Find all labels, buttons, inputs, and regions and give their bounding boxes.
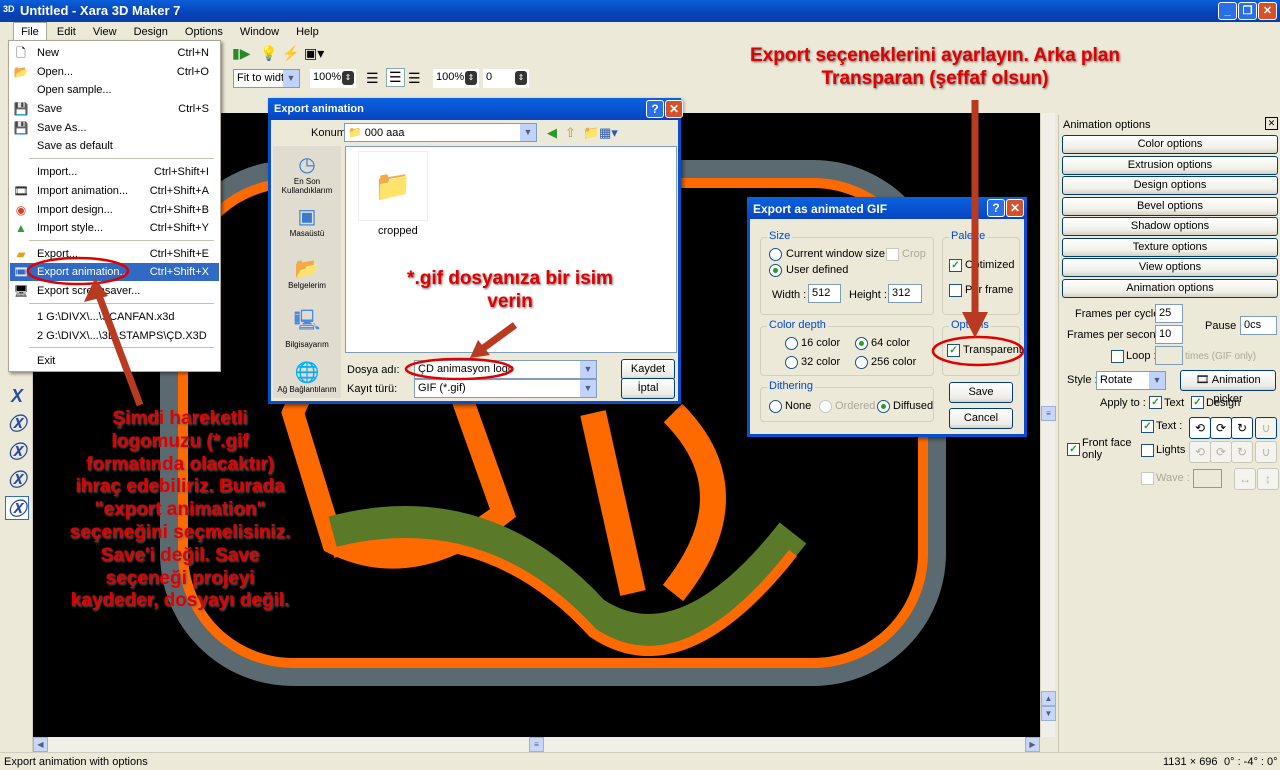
annotation-gif-name: *.gif dosyanıza bir isim verin	[407, 268, 613, 312]
status-bar: Export animation with options 1131 × 696…	[0, 752, 1280, 770]
annotation-overlay	[26, 100, 1025, 407]
status-message: Export animation with options	[4, 756, 148, 768]
arrow-head	[962, 312, 988, 338]
highlight-ellipse-transparent	[931, 335, 1025, 367]
annotation-top: Export seçeneklerini ayarlayın. Arka pla…	[750, 45, 1120, 89]
annotation-left: Şimdi hareketli logomuzu (*.gif formatın…	[69, 408, 291, 612]
canvas-dimensions: 1131 × 696	[1163, 756, 1218, 768]
highlight-ellipse-export-animation	[26, 256, 130, 286]
rotation-angles: 0° : -4° : 0°	[1224, 756, 1278, 768]
arrow-to-menu-item	[91, 283, 144, 407]
highlight-ellipse-filename	[404, 357, 514, 381]
